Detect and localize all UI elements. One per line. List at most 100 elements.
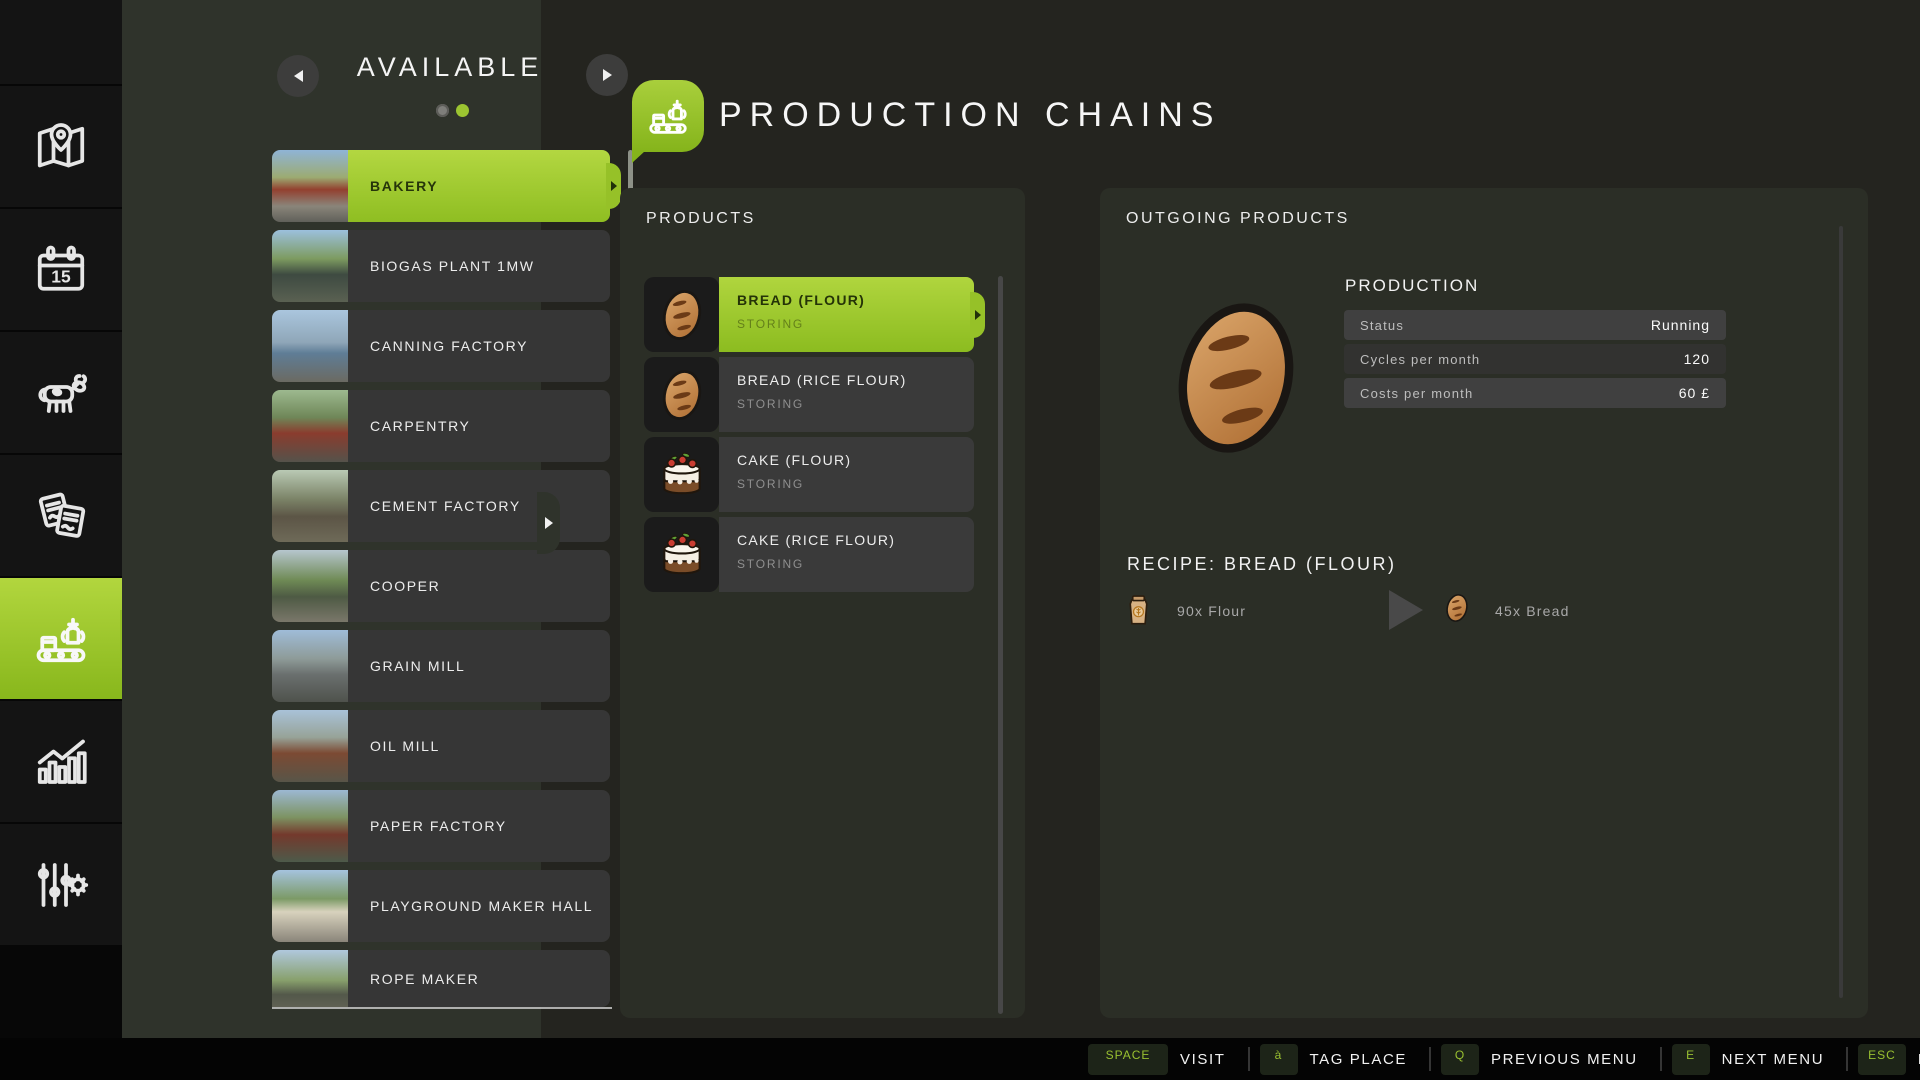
- factory-thumbnail: [272, 790, 348, 862]
- sidebar-item-contracts[interactable]: [0, 455, 122, 576]
- available-panel-expand-arrow[interactable]: [537, 492, 560, 554]
- action-previous-menu[interactable]: PREVIOUS MENU: [1491, 1051, 1638, 1068]
- product-status: STORING: [737, 317, 805, 331]
- arrow-right-icon: [544, 517, 553, 529]
- factory-label: PAPER FACTORY: [370, 818, 507, 834]
- product-status: STORING: [737, 477, 805, 491]
- recipe-output: 45x Bread: [1495, 603, 1570, 619]
- svg-text:15: 15: [51, 266, 71, 286]
- factory-label: CEMENT FACTORY: [370, 498, 521, 514]
- recipe-heading: RECIPE: BREAD (FLOUR): [1127, 554, 1397, 574]
- factory-list-item[interactable]: OIL MILL: [272, 710, 610, 782]
- production-heading: PRODUCTION: [1345, 276, 1480, 295]
- action-visit[interactable]: VISIT: [1180, 1051, 1226, 1068]
- factory-thumbnail: [272, 630, 348, 702]
- product-name: BREAD (RICE FLOUR): [737, 372, 907, 388]
- factory-thumbnail: [272, 390, 348, 462]
- bread-product-image: [1166, 292, 1306, 464]
- page-next-button[interactable]: [586, 54, 628, 96]
- key-e[interactable]: E: [1671, 1043, 1710, 1075]
- factory-list-item[interactable]: ROPE MAKER: [272, 950, 610, 1007]
- status-value: Running: [1650, 317, 1710, 333]
- list-end-divider: [272, 1007, 612, 1009]
- key-q[interactable]: Q: [1441, 1043, 1479, 1075]
- sidebar-item-map[interactable]: [0, 86, 122, 207]
- page-prev-button[interactable]: [277, 55, 319, 97]
- factory-thumbnail: [272, 950, 348, 1007]
- products-panel: PRODUCTS BREAD (FLOUR) STORING BREAD (RI…: [620, 188, 1025, 1018]
- map-icon: [37, 122, 85, 167]
- recipe-arrow-icon: [1389, 590, 1423, 630]
- factory-thumbnail: [272, 470, 348, 542]
- row-label: Costs per month: [1360, 385, 1474, 401]
- row-label: Status: [1360, 317, 1405, 333]
- arrow-left-icon: [293, 70, 303, 82]
- bottom-action-bar: SPACE VISIT à TAG PLACE Q PREVIOUS MENU …: [0, 1038, 1920, 1080]
- product-row[interactable]: CAKE (FLOUR) STORING: [644, 437, 974, 512]
- page-dot-active[interactable]: [456, 104, 469, 117]
- production-chains-badge: [632, 80, 704, 163]
- sidebar-item-settings[interactable]: [0, 824, 122, 945]
- factory-list-item[interactable]: BIOGAS PLANT 1MW: [272, 230, 610, 302]
- product-status: STORING: [737, 557, 805, 571]
- factory-list-item[interactable]: BAKERY: [272, 150, 621, 222]
- products-panel-title: PRODUCTS: [646, 210, 756, 227]
- sidebar-spacer: [0, 0, 122, 84]
- available-panel: AVAILABLE BAKERY BIOGAS PLANT 1MW CANNIN…: [122, 0, 633, 1038]
- cake-icon: [644, 517, 719, 592]
- page-dot-inactive[interactable]: [436, 104, 449, 117]
- product-row[interactable]: BREAD (FLOUR) STORING: [644, 277, 985, 352]
- factory-thumbnail: [272, 550, 348, 622]
- factory-label: BAKERY: [370, 178, 439, 194]
- factory-label: PLAYGROUND MAKER HALL: [370, 898, 594, 914]
- bread-icon: [644, 277, 719, 352]
- factory-label: BIOGAS PLANT 1MW: [370, 258, 535, 274]
- action-tag-place[interactable]: TAG PLACE: [1310, 1051, 1407, 1068]
- divider: [1659, 1047, 1662, 1071]
- factory-thumbnail: [272, 870, 348, 942]
- sidebar-item-calendar[interactable]: 15: [0, 209, 122, 330]
- table-row: Costs per month 60 £: [1344, 378, 1726, 408]
- flour-bag-icon: [1126, 594, 1151, 627]
- factory-label: ROPE MAKER: [370, 970, 480, 987]
- product-row[interactable]: BREAD (RICE FLOUR) STORING: [644, 357, 974, 432]
- factory-list-item[interactable]: PLAYGROUND MAKER HALL: [272, 870, 610, 942]
- divider: [1846, 1047, 1849, 1071]
- factory-thumbnail: [272, 150, 348, 222]
- key-space[interactable]: SPACE: [1088, 1043, 1168, 1075]
- settings-icon: [37, 862, 89, 907]
- products-scrollbar[interactable]: [998, 276, 1003, 1014]
- product-name: CAKE (RICE FLOUR): [737, 532, 896, 548]
- factory-thumbnail: [272, 230, 348, 302]
- outgoing-products-panel: OUTGOING PRODUCTS PRODUCTION Status Runn…: [1100, 188, 1868, 1018]
- cake-icon: [644, 437, 719, 512]
- factory-list-item[interactable]: COOPER: [272, 550, 610, 622]
- factory-list-item[interactable]: PAPER FACTORY: [272, 790, 610, 862]
- divider: [1247, 1047, 1250, 1071]
- production-chains-screen: 15 AVAILABLE BAKERY BIOGAS PLANT 1MW CAN…: [0, 0, 1920, 1080]
- action-next-menu[interactable]: NEXT MENU: [1722, 1051, 1824, 1068]
- costs-value: 60 £: [1678, 385, 1710, 401]
- sidebar-item-production-chains[interactable]: [0, 578, 137, 699]
- production-chains-icon: [649, 99, 687, 134]
- calendar-icon: 15: [37, 245, 85, 291]
- factory-list-item[interactable]: CANNING FACTORY: [272, 310, 610, 382]
- contracts-icon: [38, 492, 86, 538]
- cycles-value: 120: [1683, 351, 1710, 367]
- factory-list-item[interactable]: GRAIN MILL: [272, 630, 610, 702]
- outgoing-panel-title: OUTGOING PRODUCTS: [1126, 210, 1350, 227]
- factory-list-item[interactable]: CARPENTRY: [272, 390, 610, 462]
- product-status: STORING: [737, 397, 805, 411]
- sidebar-item-statistics[interactable]: [0, 701, 122, 822]
- key-a-grave[interactable]: à: [1259, 1043, 1298, 1075]
- selected-arrow: [606, 163, 621, 209]
- row-label: Cycles per month: [1360, 351, 1481, 367]
- table-row: Cycles per month 120: [1344, 344, 1726, 374]
- product-row[interactable]: CAKE (RICE FLOUR) STORING: [644, 517, 974, 592]
- factory-label: GRAIN MILL: [370, 658, 466, 674]
- sidebar-item-animals[interactable]: [0, 332, 122, 453]
- main-sidebar: 15: [0, 0, 137, 1038]
- key-esc[interactable]: ESC: [1858, 1043, 1906, 1075]
- outgoing-scrollbar[interactable]: [1839, 226, 1843, 998]
- production-table: Status Running Cycles per month 120 Cost…: [1344, 310, 1726, 412]
